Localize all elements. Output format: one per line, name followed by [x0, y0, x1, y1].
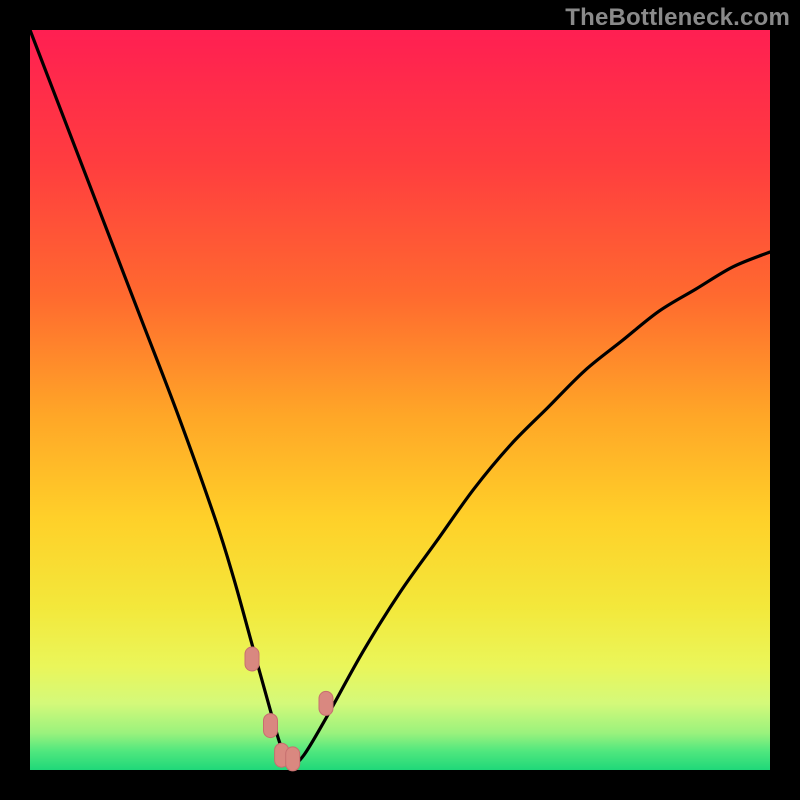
chart-frame: { "watermark": "TheBottleneck.com", "col…	[0, 0, 800, 800]
watermark-text: TheBottleneck.com	[565, 4, 790, 32]
bottleneck-chart	[0, 0, 800, 800]
curve-marker	[286, 747, 300, 771]
curve-marker	[319, 691, 333, 715]
plot-background	[30, 30, 770, 770]
curve-marker	[245, 647, 259, 671]
curve-marker	[264, 714, 278, 738]
